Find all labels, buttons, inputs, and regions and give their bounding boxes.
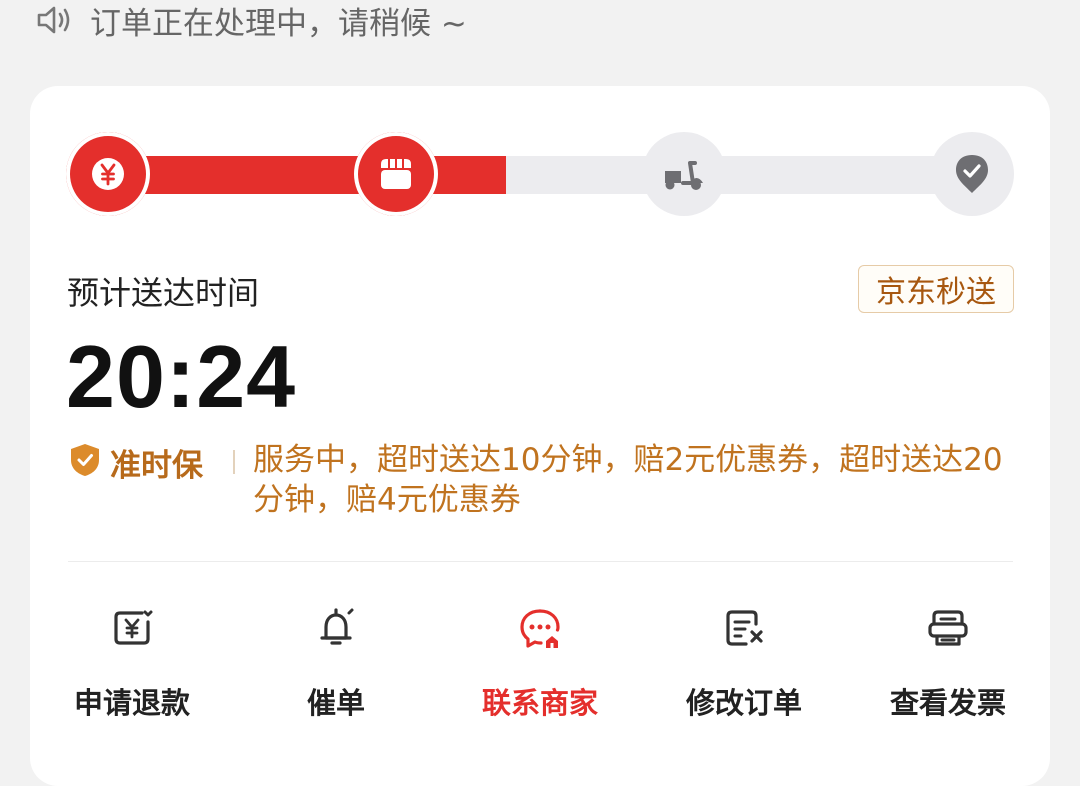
apply-refund-button[interactable]: 申请退款 bbox=[57, 604, 207, 722]
step-paid bbox=[66, 132, 150, 216]
refund-icon bbox=[114, 610, 153, 645]
step-delivery bbox=[642, 132, 726, 216]
urge-order-button[interactable]: 催单 bbox=[261, 604, 411, 722]
chat-store-icon bbox=[520, 609, 560, 648]
scooter-icon bbox=[665, 161, 703, 190]
yuan-icon bbox=[92, 158, 124, 190]
guarantee-title: 准时保 bbox=[110, 448, 203, 484]
modify-order-label: 修改订单 bbox=[685, 686, 802, 720]
eta-time: 20:24 bbox=[66, 327, 297, 426]
bell-icon bbox=[320, 608, 354, 645]
speaker-icon bbox=[37, 6, 70, 34]
edit-order-icon bbox=[726, 610, 763, 646]
delivery-brand-tag: 京东秒送 bbox=[858, 265, 1014, 313]
notice-text: 订单正在处理中，请稍候 ~ bbox=[90, 5, 467, 42]
section-divider bbox=[68, 561, 1013, 562]
view-invoice-button[interactable]: 查看发票 bbox=[873, 604, 1023, 722]
order-status-notice: 订单正在处理中，请稍候 ~ bbox=[34, 0, 467, 42]
apply-refund-label: 申请退款 bbox=[73, 686, 190, 720]
view-invoice-label: 查看发票 bbox=[889, 686, 1006, 720]
check-location-icon bbox=[956, 155, 988, 193]
modify-order-button[interactable]: 修改订单 bbox=[669, 604, 819, 722]
invoice-icon bbox=[928, 610, 968, 646]
guarantee-divider bbox=[233, 450, 235, 474]
urge-order-label: 催单 bbox=[306, 686, 365, 720]
eta-label: 预计送达时间 bbox=[67, 274, 260, 312]
shield-check-icon bbox=[71, 444, 99, 476]
contact-merchant-button[interactable]: 联系商家 bbox=[465, 604, 615, 722]
step-merchant bbox=[354, 132, 438, 216]
store-icon bbox=[381, 159, 411, 189]
guarantee-description: 服务中，超时送达10分钟，赔2元优惠券，超时送达20分钟，赔4元优惠券 bbox=[253, 442, 1003, 518]
step-arrived bbox=[930, 132, 1014, 216]
contact-merchant-label: 联系商家 bbox=[481, 686, 598, 720]
